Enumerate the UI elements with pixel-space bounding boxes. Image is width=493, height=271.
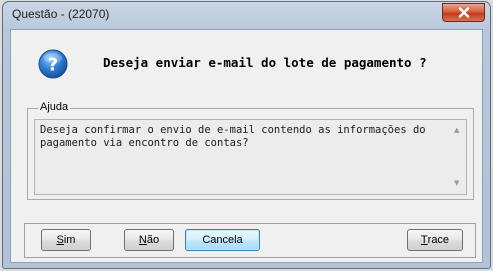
window-title: Questão - (22070): [12, 7, 110, 21]
trace-mnemonic: T: [420, 234, 428, 246]
vertical-scrollbar[interactable]: ▲ ▼: [449, 120, 466, 194]
help-label: Ajuda: [38, 101, 71, 113]
sim-mnemonic: S: [56, 234, 64, 246]
cancela-button[interactable]: Cancela: [185, 229, 260, 251]
sim-button[interactable]: Sim: [41, 229, 91, 251]
dialog-body: ? Deseja enviar e-mail do lote de pagame…: [10, 29, 483, 263]
dialog-window: Questão - (22070) ? Deseja enviar e-mail…: [2, 1, 491, 269]
nao-mnemonic: N: [138, 234, 147, 246]
help-textarea[interactable]: Deseja confirmar o envio de e-mail conte…: [34, 119, 467, 195]
nao-label-rest: ão: [146, 234, 160, 246]
svg-text:?: ?: [48, 55, 58, 76]
question-icon: ?: [38, 49, 68, 79]
close-button[interactable]: [442, 3, 485, 22]
title-bar[interactable]: Questão - (22070): [3, 2, 490, 29]
trace-button[interactable]: Trace: [407, 229, 463, 251]
close-icon: [458, 7, 469, 18]
nao-button[interactable]: Não: [124, 229, 174, 251]
sim-label-rest: im: [63, 234, 76, 246]
trace-label-rest: race: [427, 234, 450, 246]
scroll-down-icon[interactable]: ▼: [454, 180, 459, 187]
scroll-up-icon[interactable]: ▲: [454, 127, 459, 134]
question-text: Deseja enviar e-mail do lote de pagament…: [103, 55, 427, 70]
button-panel: Sim Não Cancela Trace: [24, 223, 476, 258]
help-group: Ajuda Deseja confirmar o envio de e-mail…: [27, 101, 474, 200]
help-text: Deseja confirmar o envio de e-mail conte…: [40, 124, 426, 149]
cancela-label: Cancela: [202, 234, 243, 246]
